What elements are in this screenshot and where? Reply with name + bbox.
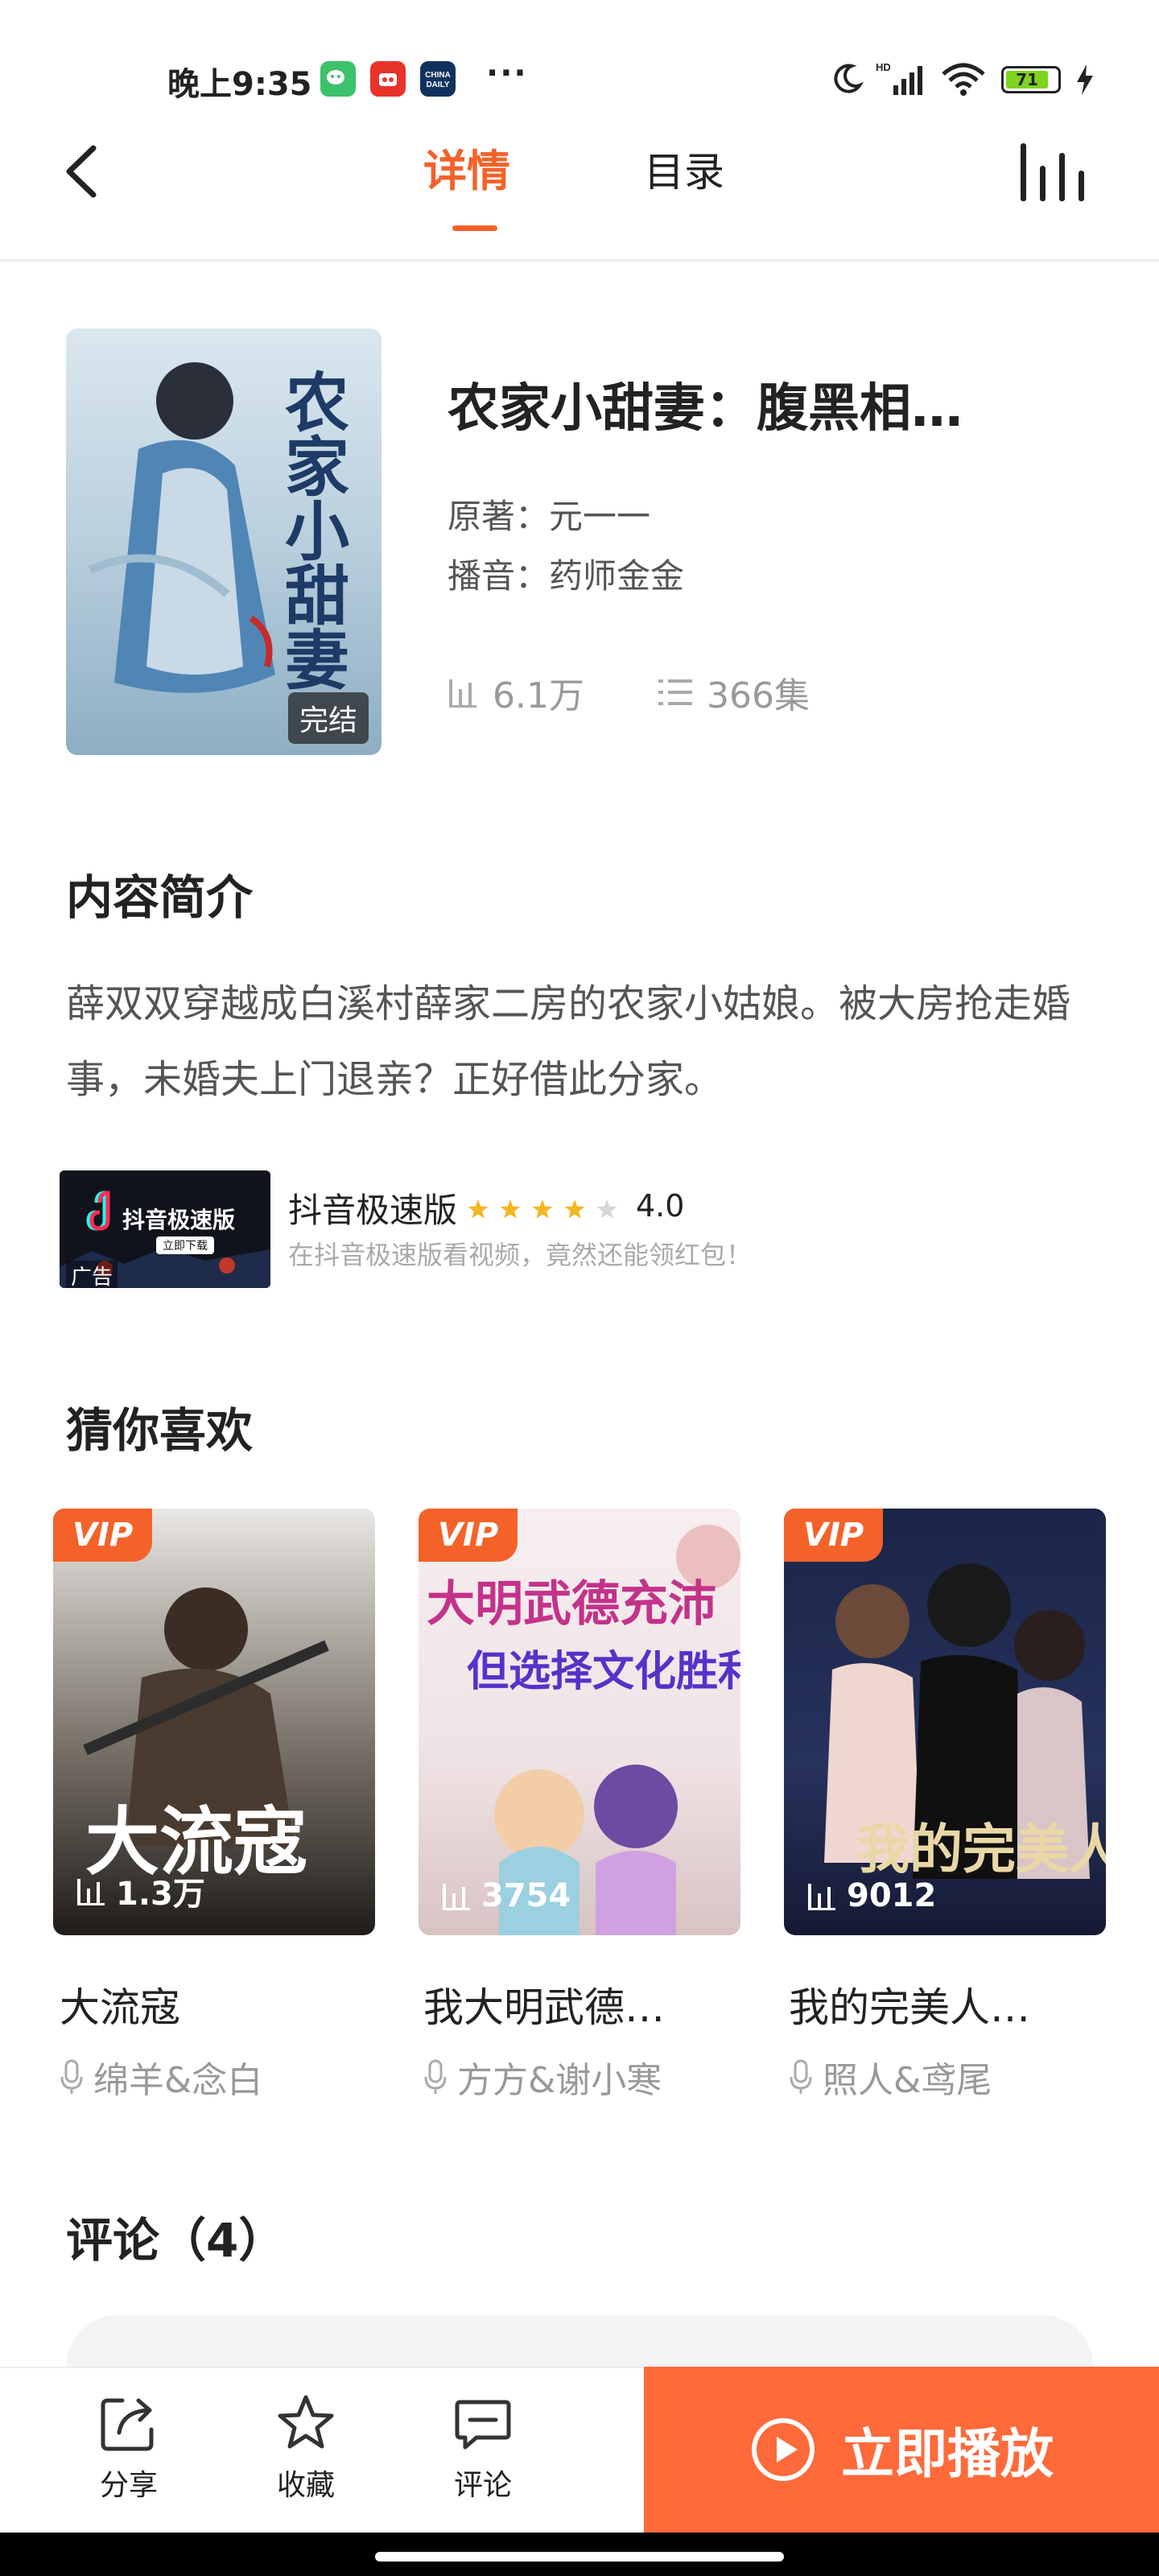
- recommend-card-voice: 照人&鸢尾: [789, 2051, 992, 2103]
- episodes-count: 366集: [707, 675, 810, 716]
- recommend-card-title[interactable]: 大流寇: [60, 1975, 180, 2033]
- signal-icon: HD: [876, 61, 922, 95]
- ad-app-name[interactable]: 抖音极速版: [288, 1183, 457, 1232]
- charging-icon: [1077, 64, 1093, 95]
- narrator-label: 播音：: [448, 556, 550, 596]
- plays-icon: [443, 1884, 470, 1910]
- vip-badge: VIP: [419, 1509, 518, 1562]
- microphone-icon: [790, 2059, 812, 2094]
- ad-stars: [465, 1198, 626, 1225]
- recommend-voice-names: 方方&谢小寒: [457, 2060, 662, 2101]
- star-filled-icon: [500, 1199, 521, 1219]
- moon-icon: [834, 64, 864, 93]
- microphone-icon: [424, 2059, 447, 2094]
- comments-title: 评论（4）: [66, 2213, 286, 2268]
- tab-catalog[interactable]: 目录: [644, 140, 724, 198]
- play-now-button[interactable]: 立即播放: [644, 2367, 1159, 2533]
- list-icon: [658, 679, 692, 705]
- ad-rating: 4.0: [636, 1188, 685, 1224]
- comment-icon: [455, 2400, 511, 2450]
- share-button[interactable]: 分享: [80, 2392, 177, 2504]
- recommend-plays: 9012: [806, 1877, 936, 1914]
- svg-text:HD: HD: [876, 61, 891, 73]
- book-cover[interactable]: 农家小甜妻 完结: [66, 328, 382, 755]
- recommend-card-title[interactable]: 我大明武德…: [423, 1975, 665, 2033]
- book-title: 农家小甜妻：腹黑相…: [448, 379, 963, 439]
- player-bars-icon[interactable]: [1016, 142, 1085, 203]
- top-nav: [0, 121, 1159, 262]
- play-now-label: 立即播放: [841, 2423, 1054, 2485]
- recommend-voice-names: 照人&鸢尾: [823, 2060, 992, 2101]
- recommend-plays-count: 1.3万: [116, 1876, 205, 1913]
- wechat-mini-icon: [320, 61, 356, 97]
- back-icon[interactable]: [60, 143, 103, 200]
- author-row: 原著：元一一: [448, 489, 650, 539]
- recommend-cover-title: 大明武德充沛: [427, 1576, 716, 1633]
- wifi-icon: [942, 63, 985, 96]
- news-app-icon: [370, 61, 406, 97]
- recommend-plays: 3754: [441, 1877, 571, 1914]
- tab-active-indicator: [452, 225, 497, 231]
- more-notifications-icon: ···: [486, 55, 528, 92]
- svg-text:CHINA: CHINA: [425, 71, 451, 80]
- narrator-row: 播音：药师金金: [448, 549, 684, 598]
- recommend-voice-names: 绵羊&念白: [93, 2060, 263, 2101]
- share-label: 分享: [99, 2469, 158, 2502]
- comment-button[interactable]: 评论: [435, 2392, 531, 2504]
- star-filled-icon: [468, 1199, 489, 1219]
- star-filled-icon: [532, 1199, 553, 1219]
- ad-download-button: 立即下载: [156, 1236, 214, 1254]
- book-cover-title: 农家小甜妻: [274, 369, 350, 691]
- recommend-card-voice: 方方&谢小寒: [423, 2051, 662, 2103]
- recommend-card[interactable]: 我的完美人生啊 VIP 9012: [784, 1509, 1106, 1935]
- china-daily-icon: CHINA DAILY: [420, 61, 456, 97]
- recommend-card-title[interactable]: 我的完美人…: [789, 1975, 1030, 2033]
- recommend-card-voice: 绵羊&念白: [60, 2051, 262, 2103]
- favorite-label: 收藏: [276, 2469, 335, 2502]
- favorite-button[interactable]: 收藏: [258, 2392, 354, 2504]
- plays-icon: [449, 679, 476, 708]
- tab-details[interactable]: 详情: [423, 135, 510, 199]
- narrator-name[interactable]: 药师金金: [549, 556, 684, 596]
- home-indicator[interactable]: [375, 2552, 784, 2562]
- plays-stat: 6.1万: [448, 667, 584, 718]
- episodes-stat: 366集: [658, 667, 810, 718]
- star-filled-icon: [564, 1199, 585, 1219]
- battery-icon: 71: [1001, 66, 1061, 93]
- recommend-plays-count: 9012: [847, 1877, 937, 1914]
- ad-description: 在抖音极速版看视频，竟然还能领红包！: [288, 1240, 753, 1270]
- ad-tag: 广告: [66, 1261, 118, 1288]
- recommend-plays-count: 3754: [481, 1877, 571, 1914]
- ad-image[interactable]: 抖音极速版 立即下载 广告: [60, 1170, 270, 1288]
- play-icon: [752, 2418, 815, 2481]
- rating-stars-icon: [468, 1199, 617, 1219]
- intro-title: 内容简介: [66, 870, 254, 925]
- comment-label: 评论: [453, 2469, 512, 2502]
- recommend-cover-subtitle: 但选择文化胜利: [467, 1648, 740, 1696]
- recommend-cover-title: 我的完美人生啊: [856, 1818, 1106, 1880]
- recommend-title: 猜你喜欢: [66, 1403, 254, 1458]
- status-bar: 晚上9:35 CHINA DAILY ··· HD 71: [0, 0, 1159, 121]
- recommend-card[interactable]: 大明武德充沛 但选择文化胜利 VIP 3754: [419, 1509, 740, 1935]
- microphone-icon: [60, 2059, 83, 2094]
- author-name: 元一一: [549, 497, 651, 536]
- status-time: 晚上9:35: [167, 66, 312, 103]
- star-icon: [278, 2395, 334, 2449]
- plays-count: 6.1万: [493, 675, 584, 716]
- svg-text:DAILY: DAILY: [426, 80, 449, 89]
- author-label: 原著：: [448, 497, 550, 536]
- status-badge: 完结: [287, 692, 369, 744]
- intro-text: 薛双双穿越成白溪村薛家二房的农家小姑娘。被大房抢走婚事，未婚夫上门退亲？正好借此…: [66, 981, 1071, 1102]
- recommend-plays: 1.3万: [76, 1868, 205, 1914]
- vip-badge: VIP: [784, 1509, 884, 1562]
- ad-image-title: 抖音极速版: [122, 1207, 236, 1233]
- battery-level: 71: [1006, 70, 1049, 89]
- recommend-card[interactable]: 大流寇 VIP 1.3万: [53, 1509, 375, 1935]
- plays-icon: [77, 1879, 105, 1905]
- plays-icon: [808, 1884, 835, 1910]
- vip-badge: VIP: [53, 1509, 153, 1562]
- star-empty-icon: [596, 1199, 617, 1219]
- share-icon: [101, 2398, 154, 2451]
